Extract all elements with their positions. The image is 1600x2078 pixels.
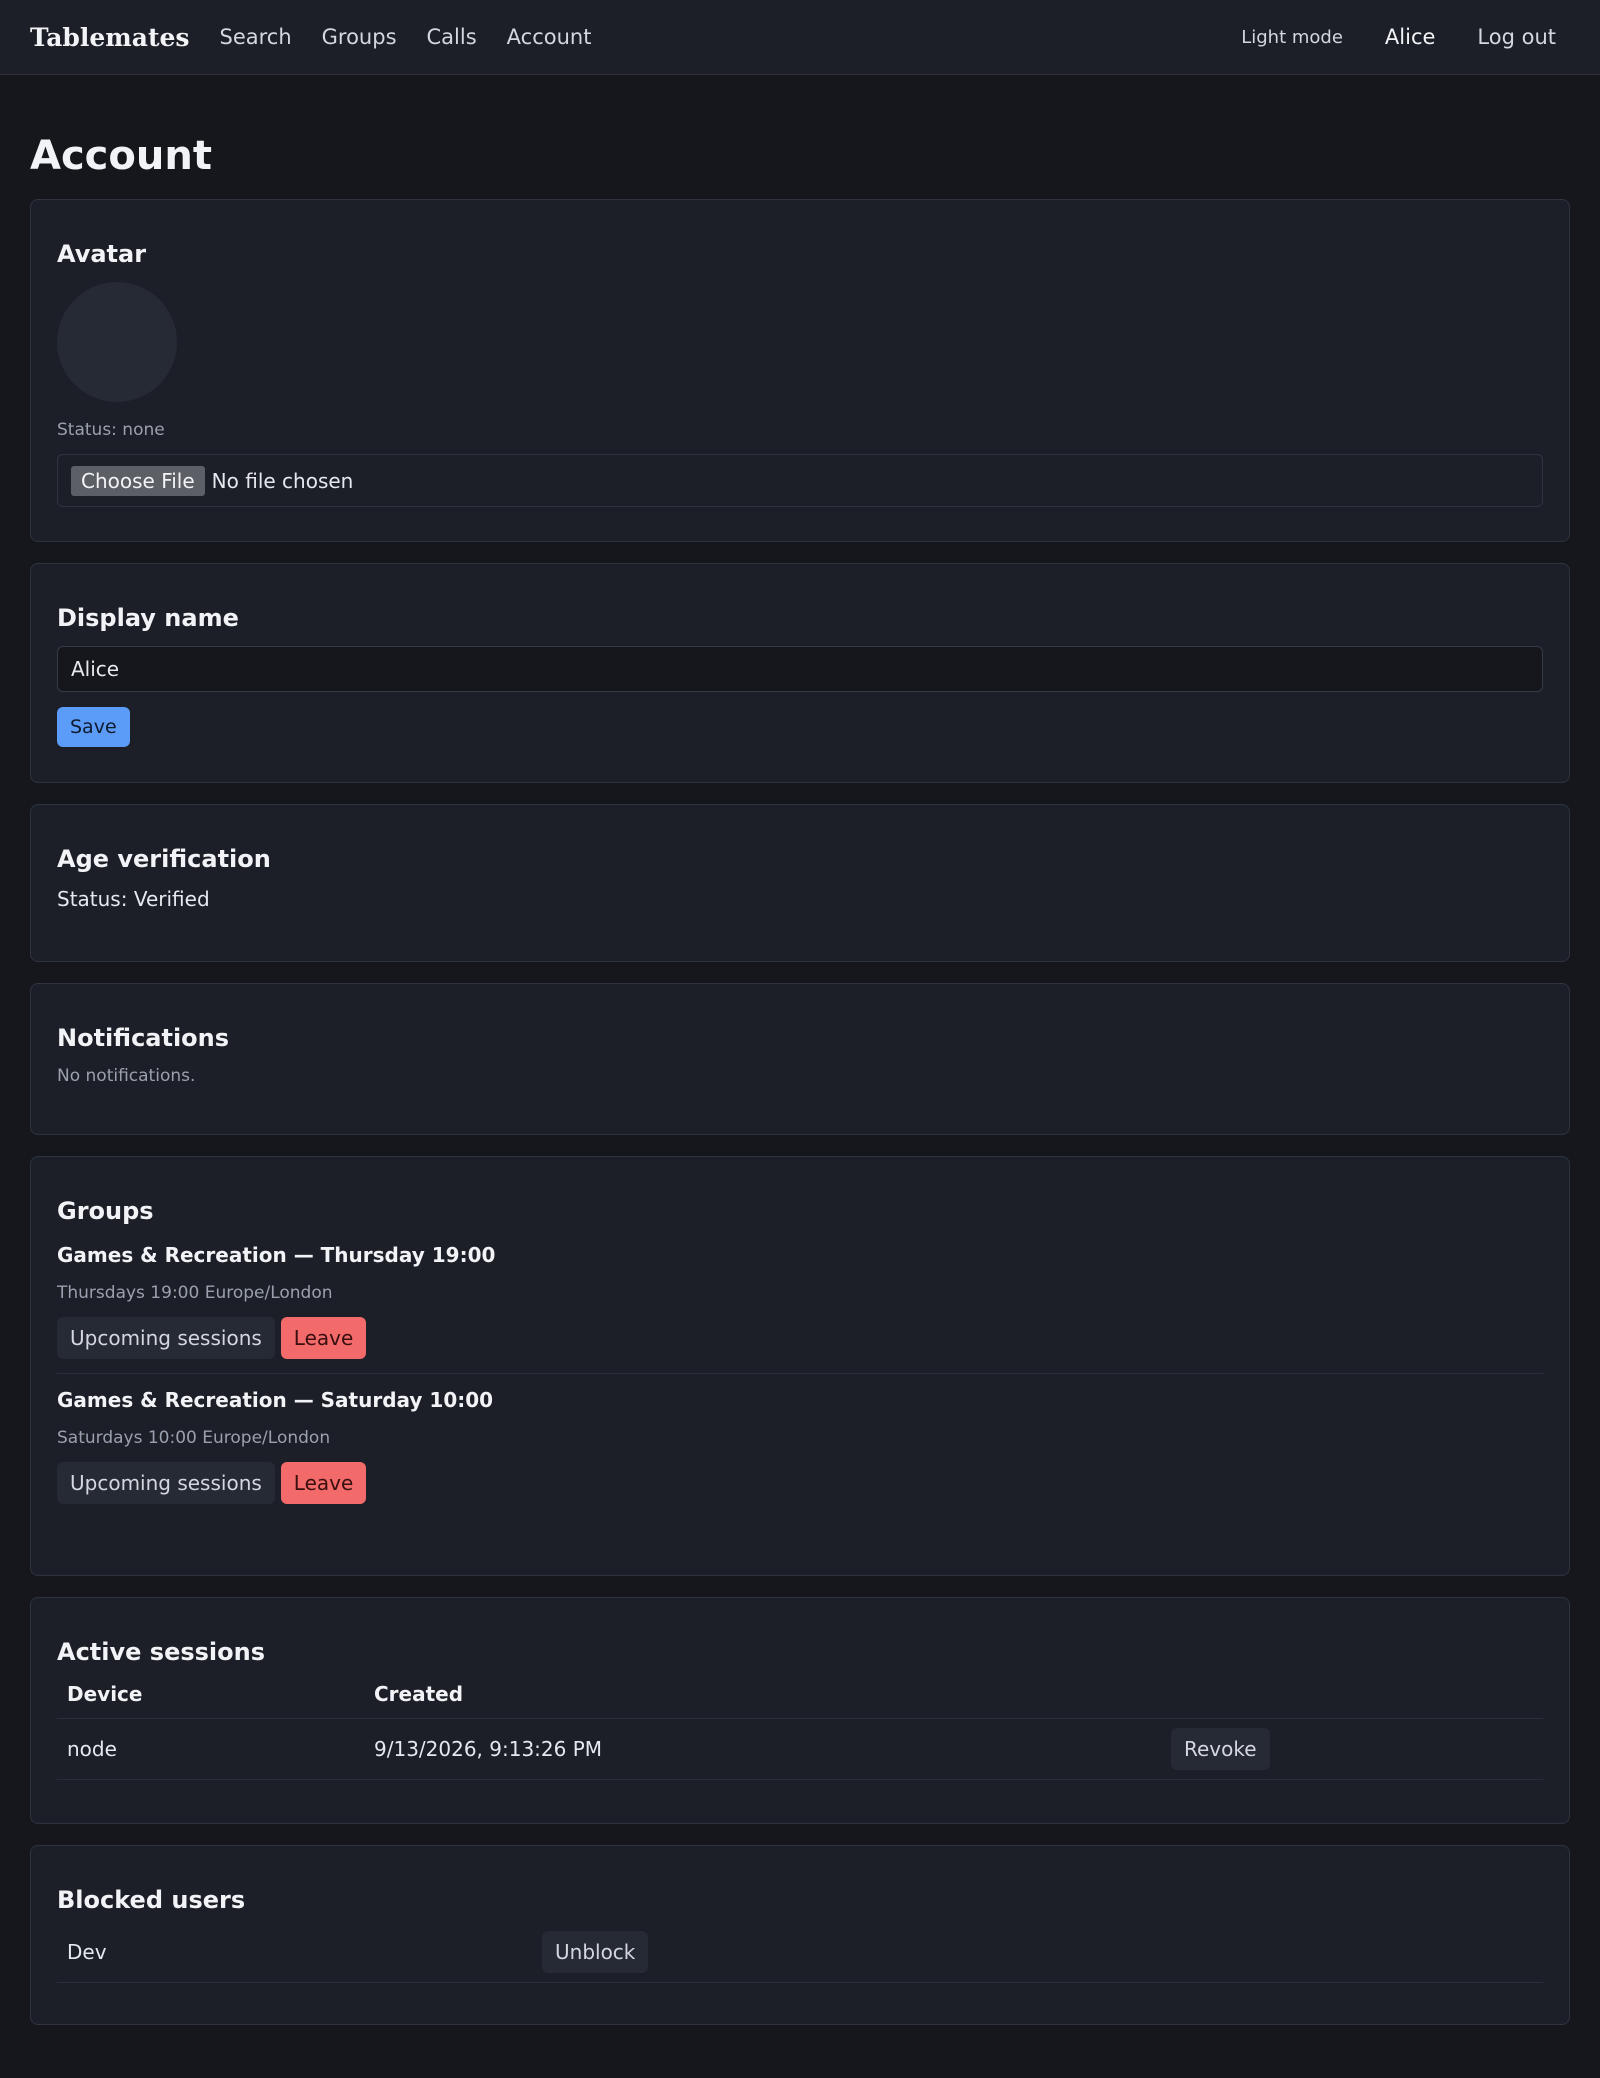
upcoming-sessions-button[interactable]: Upcoming sessions: [57, 1317, 275, 1359]
unblock-user-button[interactable]: Unblock: [542, 1931, 649, 1973]
nav-link-search[interactable]: Search: [219, 25, 291, 49]
blocked-users-card: Blocked users Dev Unblock: [30, 1845, 1570, 2025]
save-button[interactable]: Save: [57, 707, 130, 747]
brand-logo[interactable]: Tablemates: [30, 23, 189, 52]
active-sessions-heading: Active sessions: [57, 1638, 265, 1666]
avatar-card: Avatar Status: none Choose File No file …: [30, 199, 1570, 542]
sessions-table: Device Created node 9/13/2026, 9:13:26 P…: [57, 1672, 1543, 1780]
notifications-empty-text: No notifications.: [57, 1066, 196, 1086]
column-header-actions: [1161, 1672, 1543, 1719]
display-name-input[interactable]: Alice: [57, 646, 1543, 692]
logout-button[interactable]: Log out: [1477, 25, 1556, 49]
column-header-created: Created: [364, 1672, 1161, 1719]
upcoming-sessions-button[interactable]: Upcoming sessions: [57, 1462, 275, 1504]
choose-file-button[interactable]: Choose File: [71, 465, 205, 496]
nav-link-calls[interactable]: Calls: [427, 25, 477, 49]
theme-toggle-button[interactable]: Light mode: [1241, 27, 1343, 48]
main-content: Account Avatar Status: none Choose File …: [0, 130, 1600, 2025]
avatar-file-input[interactable]: Choose File No file chosen: [57, 454, 1543, 507]
group-schedule: Thursdays 19:00 Europe/London: [57, 1283, 333, 1303]
active-sessions-card: Active sessions Device Created node 9/13…: [30, 1597, 1570, 1824]
notifications-card: Notifications No notifications.: [30, 983, 1570, 1135]
avatar-status: Status: none: [57, 420, 165, 440]
file-status-text: No file chosen: [211, 468, 354, 493]
column-header-device: Device: [57, 1672, 364, 1719]
top-nav-bar: Tablemates Search Groups Calls Account L…: [0, 0, 1600, 75]
session-created: 9/13/2026, 9:13:26 PM: [364, 1718, 1161, 1780]
table-row: Dev Unblock: [57, 1922, 1543, 1983]
group-item: Games & Recreation — Saturday 10:00 Satu…: [57, 1373, 1543, 1518]
age-verification-status: Status: Verified: [57, 887, 210, 911]
group-title: Games & Recreation — Saturday 10:00: [57, 1388, 494, 1412]
group-actions: Upcoming sessions Leave: [57, 1317, 1543, 1359]
current-user-name[interactable]: Alice: [1385, 25, 1436, 49]
leave-group-button[interactable]: Leave: [280, 1462, 367, 1504]
session-device: node: [57, 1718, 364, 1780]
page-title: Account: [30, 133, 212, 179]
revoke-session-button[interactable]: Revoke: [1171, 1728, 1270, 1770]
age-verification-card: Age verification Status: Verified: [30, 804, 1570, 962]
groups-card: Groups Games & Recreation — Thursday 19:…: [30, 1156, 1570, 1576]
notifications-heading: Notifications: [57, 1024, 230, 1052]
blocked-user-name: Dev: [57, 1922, 532, 1983]
nav-link-account[interactable]: Account: [507, 25, 592, 49]
group-schedule: Saturdays 10:00 Europe/London: [57, 1428, 331, 1448]
avatar-heading: Avatar: [57, 240, 147, 268]
avatar: [57, 282, 177, 402]
leave-group-button[interactable]: Leave: [280, 1317, 367, 1359]
table-row: node 9/13/2026, 9:13:26 PM Revoke: [57, 1718, 1543, 1780]
groups-heading: Groups: [57, 1197, 154, 1225]
blocked-users-table: Dev Unblock: [57, 1922, 1543, 1983]
age-verification-heading: Age verification: [57, 845, 271, 873]
nav-link-groups[interactable]: Groups: [322, 25, 397, 49]
display-name-card: Display name Alice Save: [30, 563, 1570, 783]
group-title: Games & Recreation — Thursday 19:00: [57, 1243, 496, 1267]
group-actions: Upcoming sessions Leave: [57, 1462, 1543, 1504]
session-action-cell: Revoke: [1161, 1718, 1543, 1780]
blocked-user-action-cell: Unblock: [532, 1922, 1543, 1983]
display-name-heading: Display name: [57, 604, 239, 632]
group-item: Games & Recreation — Thursday 19:00 Thur…: [57, 1243, 1543, 1373]
blocked-users-heading: Blocked users: [57, 1886, 246, 1914]
table-header-row: Device Created: [57, 1672, 1543, 1719]
